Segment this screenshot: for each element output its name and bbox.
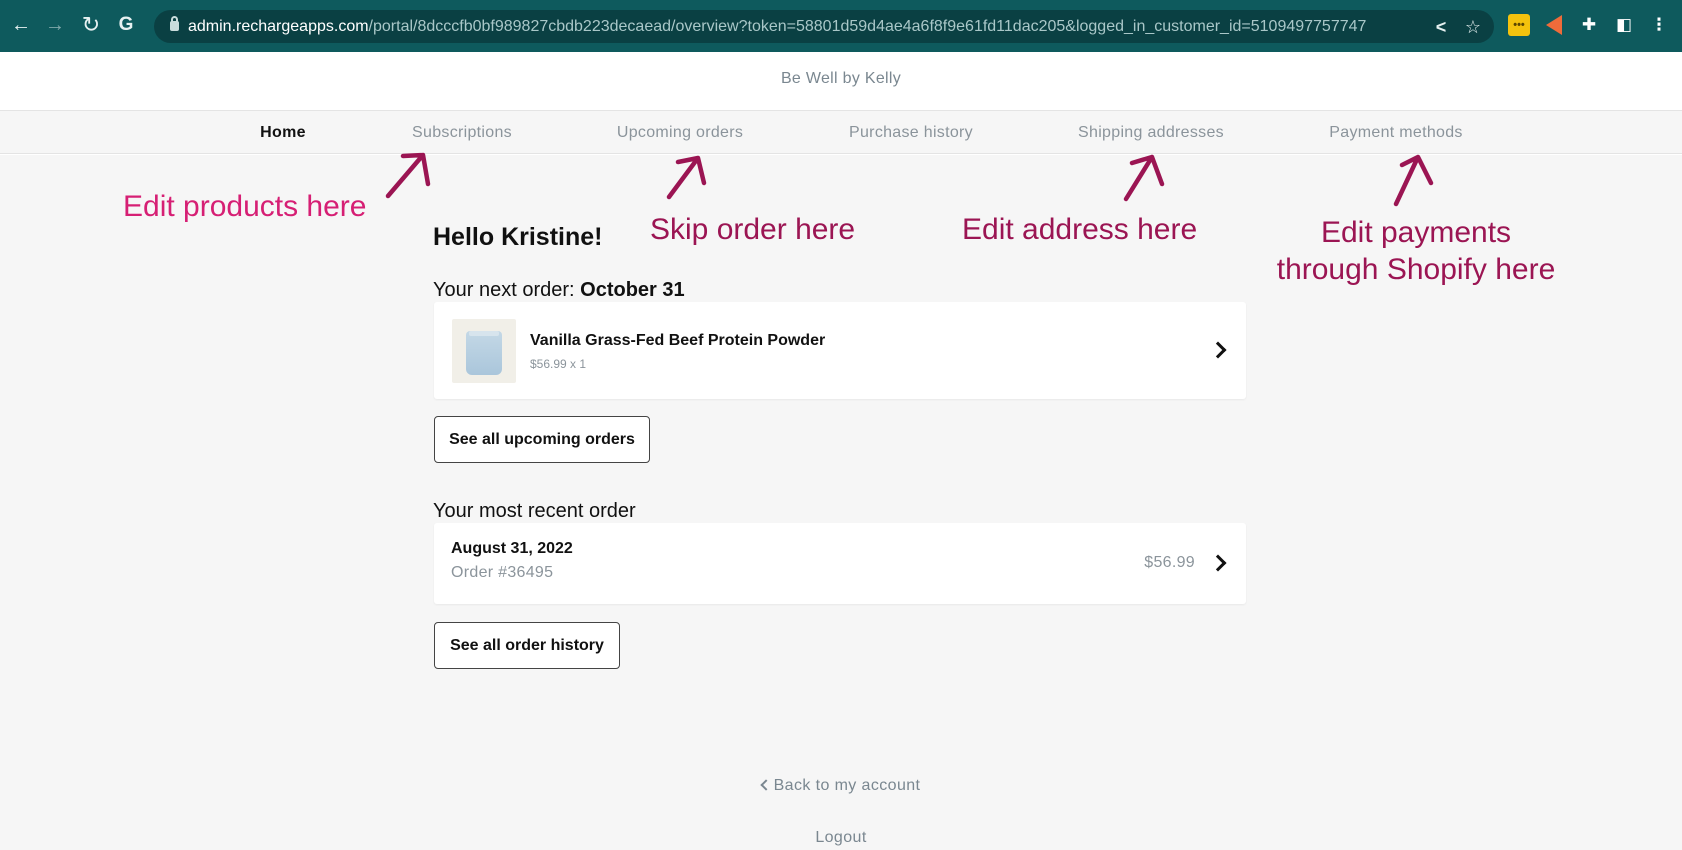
product-thumbnail — [452, 319, 516, 383]
extension-yellow-icon[interactable]: ••• — [1508, 14, 1530, 36]
lock-icon — [170, 16, 179, 31]
tab-subscriptions[interactable]: Subscriptions — [412, 124, 512, 142]
greeting-heading: Hello Kristine! — [433, 223, 603, 251]
annotation-edit-address: Edit address here — [962, 213, 1198, 246]
recent-order-card[interactable]: August 31, 2022 Order #36495 $56.99 — [434, 523, 1246, 604]
share-icon[interactable]: < — [1430, 16, 1452, 38]
annotation-arrow-payments — [1393, 154, 1434, 207]
url-host: admin.rechargeapps.com — [188, 18, 369, 35]
recent-order-label: Your most recent order — [433, 500, 636, 522]
order-date: August 31, 2022 — [451, 540, 573, 557]
annotation-edit-products: Edit products here — [123, 190, 367, 223]
annotation-arrow-upcoming — [666, 155, 707, 200]
annotation-edit-payments-line2: through Shopify here — [1276, 253, 1556, 286]
annotation-arrow-subscriptions — [385, 152, 431, 199]
url-text[interactable]: admin.rechargeapps.com/portal/8dcccfb0bf… — [188, 18, 1366, 36]
next-order-prefix: Your next order: — [433, 279, 581, 301]
reload-icon[interactable]: ↻ — [78, 12, 104, 38]
chevron-right-icon[interactable] — [1209, 554, 1227, 572]
next-order-date: October 31 — [580, 279, 685, 301]
back-link-label: Back to my account — [773, 777, 921, 794]
chevron-left-icon — [759, 779, 772, 791]
side-panel-icon[interactable]: ◧ — [1613, 14, 1635, 36]
order-total: $56.99 — [1144, 554, 1195, 571]
chevron-right-icon[interactable] — [1209, 341, 1227, 359]
browser-toolbar: ← → ↻ G admin.rechargeapps.com/portal/8d… — [0, 0, 1682, 52]
product-name: Vanilla Grass-Fed Beef Protein Powder — [530, 332, 826, 349]
tab-upcoming-orders[interactable]: Upcoming orders — [617, 124, 743, 142]
next-order-label: Your next order: October 31 — [433, 279, 685, 302]
portal-nav: Home Subscriptions Upcoming orders Purch… — [0, 110, 1682, 154]
see-all-order-history-button[interactable]: See all order history — [434, 622, 620, 669]
puzzle-icon[interactable]: ✚ — [1578, 14, 1600, 36]
star-icon[interactable]: ☆ — [1462, 16, 1484, 38]
tab-home[interactable]: Home — [260, 124, 306, 142]
product-price: $56.99 x 1 — [530, 357, 587, 371]
back-to-account-link[interactable]: Back to my account — [0, 777, 1682, 795]
extension-megaphone-icon[interactable] — [1543, 14, 1565, 36]
kebab-menu-icon[interactable]: ⋮ — [1648, 14, 1670, 36]
forward-arrow-icon[interactable]: → — [42, 12, 68, 38]
protein-bag-image — [466, 331, 502, 375]
url-path: /portal/8dcccfb0bf989827cbdb223decaead/o… — [368, 18, 1367, 35]
tab-shipping-addresses[interactable]: Shipping addresses — [1078, 124, 1224, 142]
tab-purchase-history[interactable]: Purchase history — [849, 124, 973, 142]
next-order-card[interactable]: Vanilla Grass-Fed Beef Protein Powder $5… — [434, 302, 1246, 399]
annotation-edit-payments-line1: Edit payments — [1320, 216, 1512, 249]
address-bar[interactable]: admin.rechargeapps.com/portal/8dcccfb0bf… — [154, 10, 1494, 43]
see-all-upcoming-orders-button[interactable]: See all upcoming orders — [434, 416, 650, 463]
tab-payment-methods[interactable]: Payment methods — [1329, 124, 1462, 142]
annotation-skip-order: Skip order here — [650, 213, 856, 246]
store-name: Be Well by Kelly — [780, 70, 902, 87]
annotation-edit-payments: Edit payments through Shopify here — [1276, 214, 1556, 288]
order-number: Order #36495 — [451, 564, 554, 581]
logout-link[interactable]: Logout — [0, 829, 1682, 847]
back-arrow-icon[interactable]: ← — [8, 12, 34, 38]
google-icon[interactable]: G — [113, 12, 139, 38]
annotation-arrow-shipping — [1123, 154, 1165, 202]
